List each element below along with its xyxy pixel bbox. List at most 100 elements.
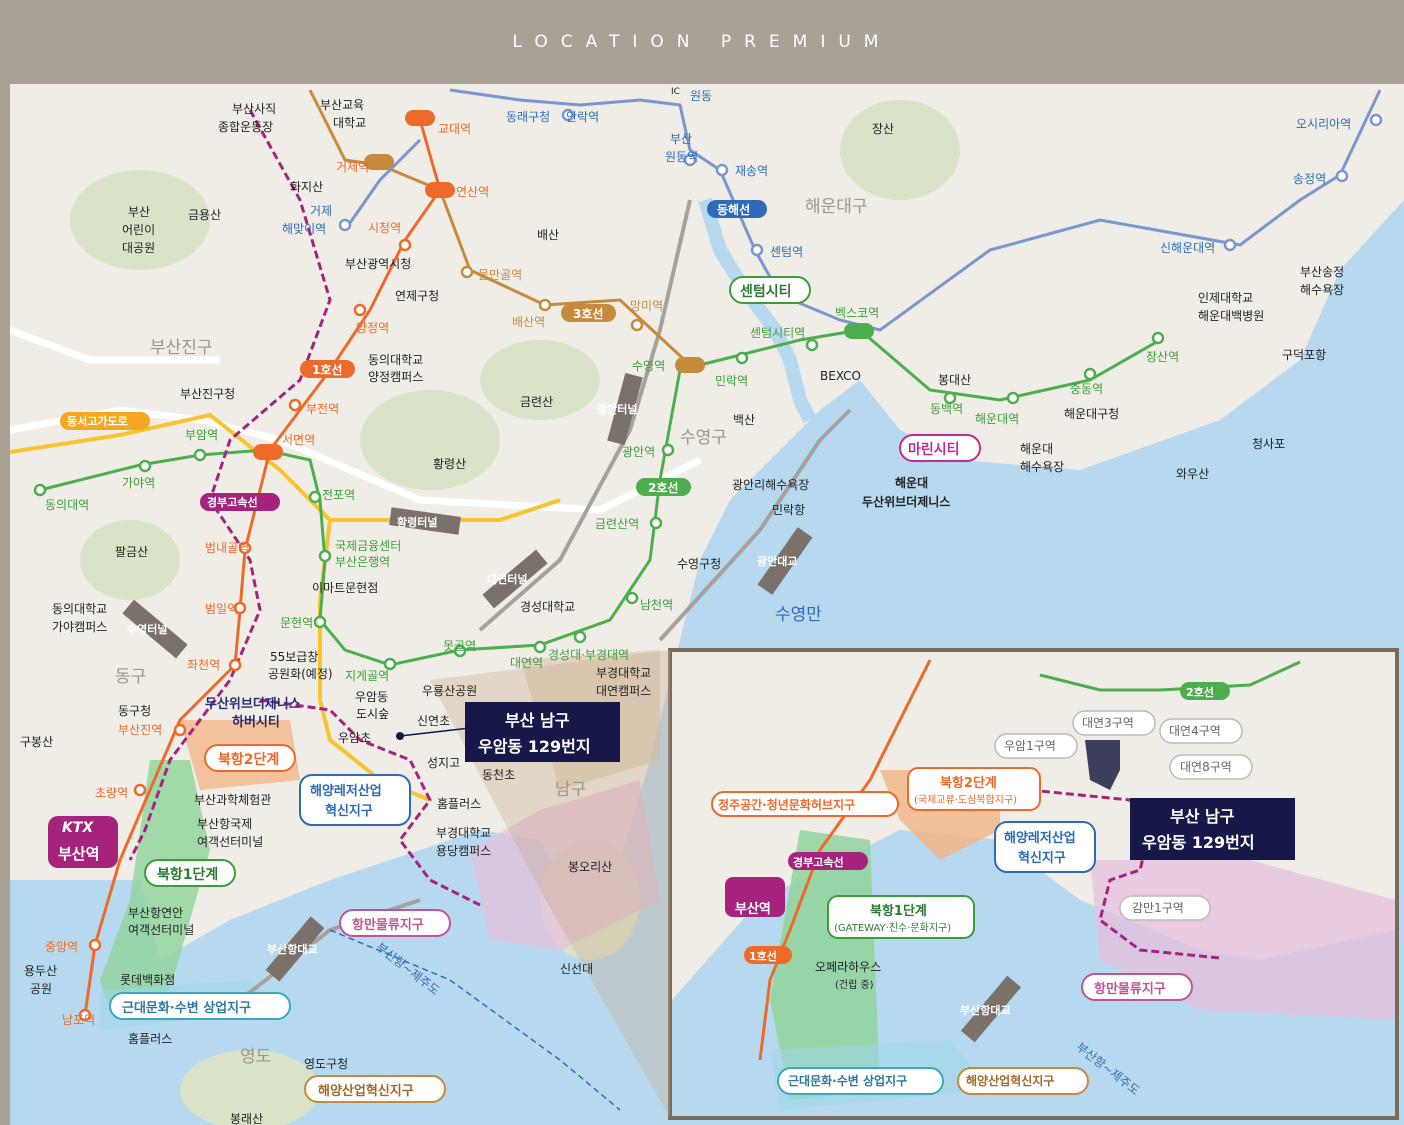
- station-label: 부산은행역: [335, 555, 391, 569]
- station-label: 범일역: [205, 602, 239, 616]
- station-label: 동백역: [930, 402, 964, 416]
- inset-label: 2호선: [1186, 686, 1214, 699]
- station-dot: [460, 265, 474, 279]
- zone-label: 해양레저산업: [310, 784, 382, 799]
- place-label: 우암초: [338, 731, 372, 745]
- place-label: 경성대학교: [520, 600, 576, 614]
- station-dot: [1151, 331, 1165, 345]
- place-label: 양정캠퍼스: [368, 370, 424, 384]
- station-label: 거제역: [336, 160, 370, 174]
- zone-label: 두산위브더제니스: [205, 697, 301, 712]
- place-label: 부경대학교: [596, 666, 652, 680]
- inset-label: 해양산업혁신지구: [966, 1074, 1055, 1088]
- place-label: 동의대학교: [52, 602, 108, 616]
- district: 영도: [240, 1047, 272, 1067]
- station-label: 동래구청: [506, 110, 551, 124]
- place-label: 부산: [128, 205, 151, 219]
- place-label: 화지산: [290, 180, 324, 194]
- transfer: [675, 357, 705, 373]
- donghae-track: [343, 138, 422, 231]
- inset-label: 부산항대교: [960, 1004, 1011, 1017]
- ic-label: IC: [671, 87, 680, 97]
- transfer: [405, 110, 435, 126]
- place-label: 민락항: [772, 503, 806, 517]
- target-line2: 우암동 129번지: [478, 737, 591, 756]
- busanhang-label: 부산항대교: [267, 943, 318, 956]
- zone-label: 혁신지구: [325, 804, 373, 819]
- district: 수영구: [680, 428, 727, 448]
- place-label: 해운대백병원: [1198, 309, 1265, 323]
- place-label: 청사포: [1252, 437, 1286, 451]
- line1-label: 1호선: [312, 363, 343, 377]
- station-label: 동의대역: [45, 498, 90, 512]
- place-label: 공원화(예정): [268, 667, 333, 681]
- station-label: 대연역: [510, 656, 544, 670]
- inset-label: 항만물류지구: [1094, 982, 1166, 997]
- place-label: 장산: [872, 122, 895, 136]
- station-label: 전포역: [322, 488, 356, 502]
- place-label: 여객선터미널: [197, 835, 264, 849]
- place-label: 동천초: [482, 768, 516, 782]
- place-label: 신선대: [560, 962, 594, 976]
- station-dot: [661, 443, 675, 457]
- station-dot: [308, 490, 322, 504]
- station-dot: [313, 615, 327, 629]
- station-label: 벡스코역: [835, 306, 880, 320]
- station-dot: [735, 351, 749, 365]
- place-label: 부산교육: [320, 98, 365, 112]
- place-label: 팔금산: [115, 545, 149, 559]
- place-label: 용당캠퍼스: [436, 844, 492, 858]
- station-label: 못골역: [443, 639, 477, 653]
- suyeong-label: 수영터널: [127, 623, 168, 636]
- station-dot: [1335, 169, 1349, 183]
- station-dot: [538, 298, 552, 312]
- station-label: 남포역: [62, 1013, 96, 1027]
- place-label: 부산항연안: [128, 906, 184, 920]
- station-dot: [353, 303, 367, 317]
- park: [360, 390, 500, 490]
- inset-label: 근대문화·수변 상업지구: [788, 1074, 908, 1088]
- zone-label: 하버시티: [232, 715, 280, 730]
- place-label: 부산광역시청: [345, 257, 412, 271]
- station-dot: [338, 218, 352, 232]
- place-label: 55보급창: [270, 650, 319, 664]
- station-label: 서면역: [282, 433, 316, 447]
- map[interactable]: 1호선 3호선 2호선 동해선 경부고속선 동서고가도로 황령터널 대연터널 수영터널 광안대교 부…: [10, 84, 1404, 1125]
- dongseo-label: 동서고가도로: [67, 415, 128, 428]
- place-label: 부산진구청: [180, 387, 236, 401]
- inset-target-line2: 우암동 129번지: [1142, 833, 1255, 852]
- place-label: 부산과학체험관: [194, 793, 272, 807]
- station-dot: [805, 338, 819, 352]
- place-label: 롯데백화점: [120, 973, 176, 987]
- station-label: 민락역: [715, 374, 749, 388]
- place-label: 공원: [30, 982, 53, 996]
- line2-label: 2호선: [648, 481, 679, 495]
- station-label: 원동역: [665, 150, 699, 164]
- inset-label: 대연8구역: [1180, 760, 1232, 774]
- station-dot: [193, 448, 207, 462]
- gyeongbu-label: 경부고속선: [207, 496, 258, 509]
- place-label: 도시숲: [356, 707, 390, 721]
- place-label: 부산사직: [232, 102, 277, 116]
- station-label: 부전역: [306, 402, 340, 416]
- place-label: 용두산: [24, 964, 58, 978]
- station-label: 재송역: [735, 164, 769, 178]
- place-label: 금련산: [520, 395, 554, 409]
- station-dot: [573, 630, 587, 644]
- station-dot: [1223, 238, 1237, 252]
- place-label: 와우산: [1176, 467, 1210, 481]
- gwangan-tunnel-label: 광안터널: [597, 403, 638, 416]
- place-label: 성지고: [427, 756, 461, 770]
- station-label: 오시리아역: [1296, 117, 1352, 131]
- place-label: 홈플러스: [437, 797, 482, 811]
- station-label: 원동: [690, 89, 713, 103]
- station-label: 문현역: [280, 616, 314, 630]
- station-label: 부산: [670, 132, 693, 146]
- station-label: 물만골역: [478, 268, 523, 282]
- zone-label: 항만물류지구: [352, 918, 424, 933]
- station-dot: [173, 723, 187, 737]
- inset-label: (국제교류·도심복합지구): [914, 795, 1017, 806]
- place-label: 대연캠퍼스: [596, 684, 652, 698]
- inset-label: 북항2단계: [940, 776, 997, 791]
- station-label: 연산역: [456, 185, 490, 199]
